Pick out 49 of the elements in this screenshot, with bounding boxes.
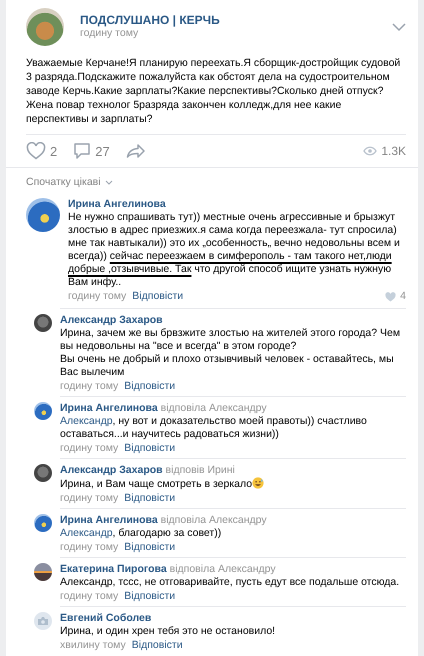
heart-icon xyxy=(385,292,396,302)
eye-icon xyxy=(363,146,378,156)
reply-to-label: відповіла Александру xyxy=(170,563,276,575)
comment-text: Александр, тссс, не отговаривайте, пусть едут все подальше отсюда. xyxy=(60,576,400,589)
reply-link[interactable]: Відповісти xyxy=(124,590,176,603)
reply-link[interactable]: Відповісти xyxy=(132,639,183,652)
reply-link[interactable]: Відповісти xyxy=(124,442,176,455)
chevron-down-icon[interactable] xyxy=(392,22,406,32)
user-avatar[interactable] xyxy=(34,464,52,482)
comment-text: Ирина, зачем же вы брвзжите злостью на жителей этого города? Чем вы недовольны на "все и всегда" в этом городе? Вы очень не добрый и плохо отзывчивый человек - оставайтесь, мы Вас вылечим xyxy=(60,327,402,379)
reply-to-label: відповів Ирині xyxy=(166,464,235,476)
reply-link[interactable]: Відповісти xyxy=(124,492,176,505)
camera-icon xyxy=(37,616,49,626)
sort-dropdown[interactable]: Спочатку цікаві xyxy=(26,176,113,189)
user-avatar[interactable] xyxy=(34,314,52,332)
speech-bubble-icon xyxy=(73,142,92,160)
reply-to-label: відповіла Александру xyxy=(160,514,267,526)
caret-icon xyxy=(104,180,113,185)
community-avatar[interactable] xyxy=(26,8,64,46)
mention-link[interactable]: Александр xyxy=(60,415,113,427)
reply-link[interactable]: Відповісти xyxy=(124,380,176,393)
like-count: 4 xyxy=(400,290,406,303)
commenter-name[interactable]: Ирина Ангелинова xyxy=(60,402,158,414)
comment-button[interactable]: 27 xyxy=(73,142,110,160)
commenter-name[interactable]: Александр Захаров xyxy=(60,314,163,326)
commenter-name[interactable]: Ирина Ангелинова xyxy=(60,514,158,526)
user-avatar[interactable] xyxy=(26,198,60,232)
user-avatar[interactable] xyxy=(34,514,52,532)
community-name[interactable]: ПОДСЛУШАНО | КЕРЧЬ xyxy=(80,14,376,27)
commenter-name[interactable]: Екатерина Пирогова xyxy=(60,563,167,575)
view-count: 1.3K xyxy=(381,144,406,158)
commenter-name[interactable]: Ирина Ангелинова xyxy=(68,198,406,211)
comment-text: Александр, ну вот и доказательство моей правоты)) счастливо оставаться...и научитесь радоваться жизни)) xyxy=(60,415,368,441)
comment-text: Не нужно спрашивать тут)) местные очень агрессивные и брызжут злостью в адрес приезжих.я сама когда переезжала- тут спросила) мне так навтыкали)) это их „особенность„ вечно недовольны всем и всегда)) сейчас переезжаем в симферополь - там такого нет,люди добрые ,отзывчивые. Так что другой способ ищите узнать нужную Вам инфу.. xyxy=(68,211,401,289)
reply-link[interactable]: Відповісти xyxy=(124,541,176,554)
reply-link[interactable]: Відповісти xyxy=(132,290,184,303)
comment-text: Александр, благодарю за совет)) xyxy=(60,527,222,540)
commenter-name[interactable]: Александр Захаров xyxy=(60,464,163,476)
post-text: Уважаемые Керчане!Я планирую переехать.Я сборщик-достройщик судовой 3 разряда.Подскажите пожалуйста как обстоят дела на судостроительном заводе Керчь.Какие зарплаты?Какие перспективы?Сколько дней отпуск? Жена повар технолог 5разряда закончен колледж,для нее какие перспективы и зарплаты? xyxy=(25,56,402,126)
reply-to-label: відповіла Александру xyxy=(160,402,267,414)
mention-link[interactable]: Александр xyxy=(60,527,113,539)
commenter-name[interactable]: Евгений Соболев xyxy=(60,612,152,624)
heart-icon xyxy=(26,142,46,160)
user-avatar[interactable] xyxy=(34,402,52,420)
comment-text: Ирина, и Вам чаще смотреть в зеркало xyxy=(60,477,406,491)
comment-text: Ирина, и один хрен тебя это не остановило! xyxy=(60,625,276,638)
share-icon[interactable] xyxy=(126,143,146,159)
user-avatar[interactable] xyxy=(34,563,52,581)
like-button[interactable]: 2 xyxy=(26,142,58,160)
